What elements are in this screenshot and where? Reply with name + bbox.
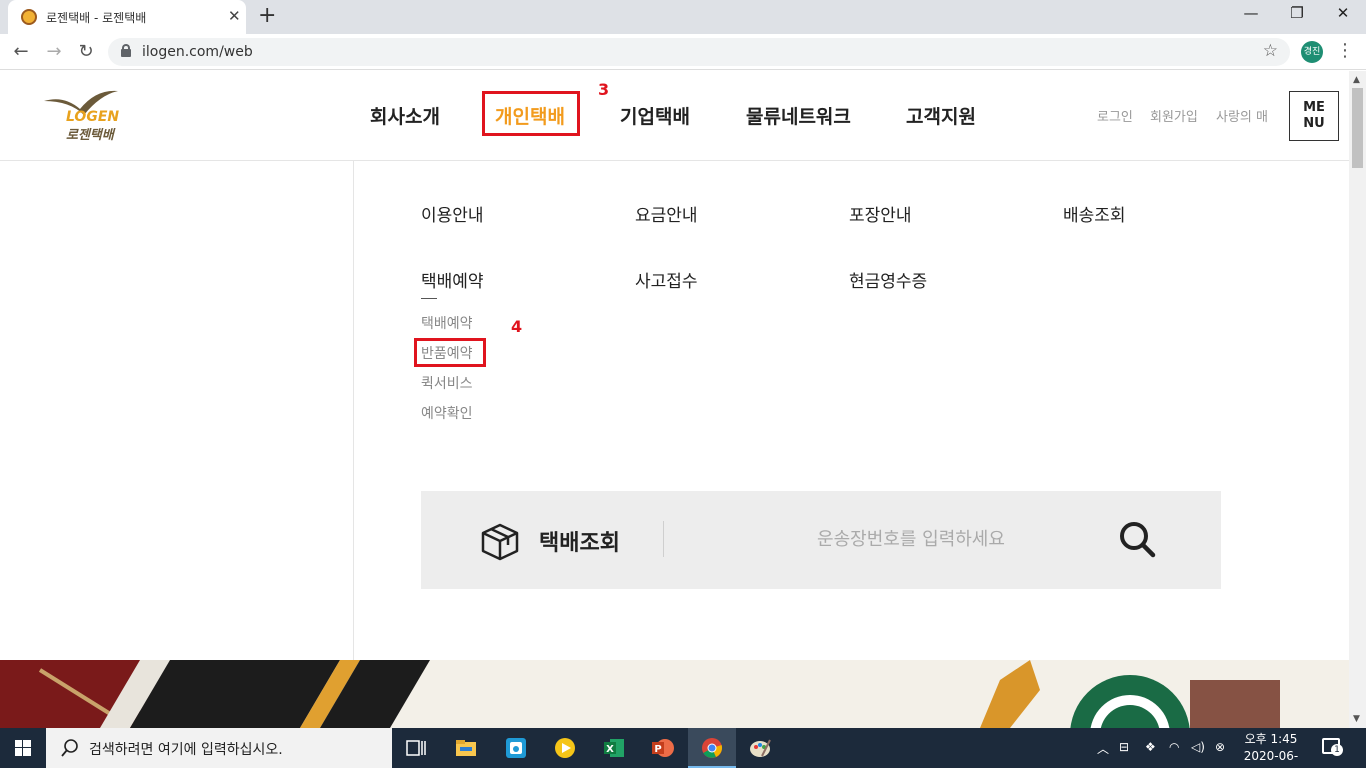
window-minimize-button[interactable]: — [1228, 4, 1274, 22]
page-scrollbar[interactable]: ▲ ▼ [1349, 71, 1366, 728]
svg-text:X: X [606, 744, 614, 755]
tray-wifi-icon[interactable]: ◠ [1169, 740, 1179, 754]
excel-icon[interactable]: X [602, 736, 626, 760]
window-restore-button[interactable]: ❐ [1274, 4, 1320, 22]
address-url[interactable]: ilogen.com/web [142, 44, 253, 60]
logen-logo[interactable]: LOGEN 로젠택배 [40, 87, 130, 143]
tracking-separator [663, 521, 664, 557]
task-view-icon[interactable] [404, 736, 428, 760]
address-bar[interactable]: ilogen.com/web ☆ [108, 38, 1290, 66]
chrome-taskbar-button[interactable] [688, 728, 736, 768]
forward-icon[interactable]: → [42, 40, 66, 64]
tray-dropbox-icon[interactable]: ❖ [1145, 740, 1156, 754]
browser-tab[interactable]: 로젠택배 - 로젠택배 ✕ [8, 0, 246, 34]
powerpoint-icon[interactable]: P [650, 736, 674, 760]
promo-banner[interactable] [0, 660, 1349, 728]
site-header: LOGEN 로젠택배 회사소개 개인택배 기업택배 물류네트워크 고객지원 3 … [0, 71, 1349, 161]
annotation-step4: 4 [511, 317, 523, 336]
hangul-app-icon[interactable] [504, 736, 528, 760]
menu-button[interactable]: ME NU [1289, 91, 1339, 141]
tab-title: 로젠택배 - 로젠택배 [46, 11, 147, 25]
paint-icon[interactable] [748, 736, 772, 760]
reload-icon[interactable]: ↻ [74, 40, 98, 64]
signup-link[interactable]: 회원가입 [1150, 106, 1198, 125]
tray-volume-icon[interactable]: ◁) [1191, 740, 1205, 754]
chrome-icon [702, 738, 723, 758]
menu-reservation[interactable]: 택배예약 [421, 267, 484, 292]
login-link[interactable]: 로그인 [1097, 106, 1133, 125]
tracking-search-box: 택배조회 [421, 491, 1221, 589]
submenu-reservation-check[interactable]: 예약확인 [421, 403, 473, 423]
notification-count: 1 [1331, 744, 1343, 756]
search-icon[interactable] [1117, 519, 1157, 559]
taskbar-search-icon [61, 739, 78, 757]
highlight-box-step3 [482, 91, 580, 136]
windows-taskbar: 검색하려면 여기에 입력하십시오. X P ︿ ⊟ ❖ ◠ ◁) ⊗ 오후 1:… [0, 728, 1366, 780]
media-player-icon[interactable] [553, 736, 577, 760]
tray-blocked-icon[interactable]: ⊗ [1215, 740, 1225, 754]
scroll-thumb[interactable] [1352, 88, 1363, 168]
windows-start-icon[interactable] [0, 728, 46, 768]
love-link[interactable]: 사랑의 매 [1216, 106, 1268, 125]
submenu-quick-service[interactable]: 퀵서비스 [421, 373, 473, 393]
tray-network-device-icon[interactable]: ⊟ [1119, 740, 1129, 754]
menu-accident-report[interactable]: 사고접수 [635, 267, 698, 292]
tracking-number-input[interactable] [721, 523, 1101, 555]
browser-toolbar: ← → ↻ ilogen.com/web ☆ 경진 ⋮ [0, 34, 1366, 70]
clock-time: 오후 1:45 [1244, 732, 1298, 746]
browser-tab-strip: 로젠택배 - 로젠택배 ✕ + — ❐ ✕ [0, 0, 1366, 34]
tray-chevron-icon[interactable]: ︿ [1097, 740, 1109, 757]
nav-company[interactable]: 회사소개 [370, 102, 440, 129]
window-close-button[interactable]: ✕ [1320, 4, 1366, 22]
menu-tracking[interactable]: 배송조회 [1063, 201, 1126, 226]
package-box-icon [481, 523, 519, 561]
menu-rates[interactable]: 요금안내 [635, 201, 698, 226]
scroll-up-icon[interactable]: ▲ [1353, 75, 1360, 85]
chrome-menu-icon[interactable]: ⋮ [1336, 40, 1354, 61]
annotation-step3: 3 [598, 80, 610, 99]
menu-button-line2: NU [1303, 116, 1325, 131]
page-viewport: LOGEN 로젠택배 회사소개 개인택배 기업택배 물류네트워크 고객지원 3 … [0, 71, 1349, 728]
promo-banner-image [0, 660, 1280, 728]
highlight-box-step4 [414, 338, 486, 367]
nav-customer-support[interactable]: 고객지원 [906, 102, 976, 129]
profile-avatar[interactable]: 경진 [1301, 41, 1323, 63]
scroll-down-icon[interactable]: ▼ [1353, 714, 1360, 724]
clock-date: 2020-06-09 [1243, 749, 1299, 780]
nav-logistics-network[interactable]: 물류네트워크 [746, 102, 851, 129]
lock-icon [121, 44, 131, 57]
bookmark-star-icon[interactable]: ☆ [1263, 41, 1278, 61]
submenu-reservation[interactable]: 택배예약 [421, 313, 473, 333]
tracking-label: 택배조회 [539, 531, 620, 556]
svg-text:P: P [654, 744, 661, 755]
menu-cash-receipt[interactable]: 현금영수증 [849, 267, 927, 292]
menu-packaging[interactable]: 포장안내 [849, 201, 912, 226]
taskbar-clock[interactable]: 오후 1:45 2020-06-09 [1238, 731, 1304, 782]
nav-business-delivery[interactable]: 기업택배 [620, 102, 690, 129]
menu-usage-guide[interactable]: 이용안내 [421, 201, 484, 226]
tab-close-icon[interactable]: ✕ [228, 8, 241, 24]
notification-center-icon[interactable]: 1 [1322, 738, 1343, 756]
menu-button-line1: ME [1303, 100, 1325, 115]
taskbar-search-placeholder: 검색하려면 여기에 입력하십시오. [89, 742, 283, 758]
taskbar-search-box[interactable]: 검색하려면 여기에 입력하십시오. [46, 728, 392, 768]
logen-favicon-icon [21, 9, 37, 25]
back-icon[interactable]: ← [9, 40, 33, 64]
file-explorer-icon[interactable] [454, 736, 478, 760]
submenu-dash [421, 298, 437, 299]
menu-divider [353, 161, 354, 661]
new-tab-button[interactable]: + [258, 5, 276, 27]
logo-text-en: LOGEN [66, 109, 120, 125]
logo-text-ko: 로젠택배 [66, 128, 114, 143]
